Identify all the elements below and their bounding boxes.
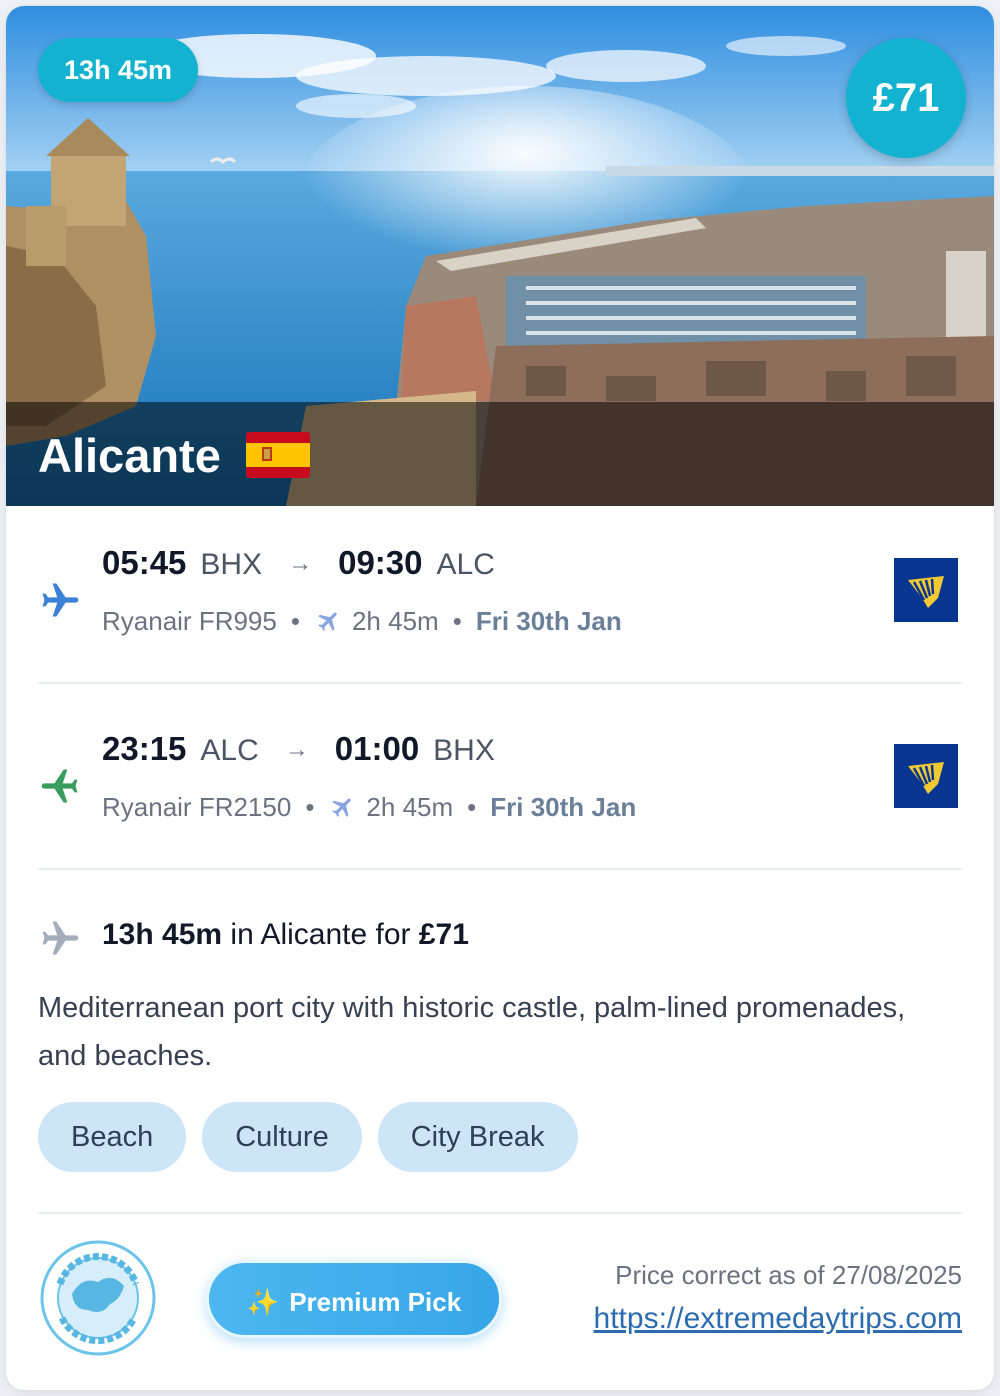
plane-arrival-icon — [41, 769, 78, 803]
flight-date: Fri 30th Jan — [490, 792, 637, 822]
arrow-icon: → — [288, 550, 313, 577]
spain-flag-icon — [246, 432, 310, 478]
website-link[interactable]: https://extremedaytrips.com — [594, 1302, 962, 1336]
airplane-emoji-icon — [318, 612, 337, 631]
arrive-time: 01:00 — [334, 730, 420, 767]
airplane-icon — [42, 921, 79, 955]
price-note: Price correct as of 27/08/2025 — [615, 1260, 962, 1290]
airline-flight-number: Ryanair FR2150 — [102, 792, 292, 822]
flight-times: 23:15 ALC → 01:00 BHX — [102, 730, 495, 786]
tag-city-break[interactable]: City Break — [377, 1102, 578, 1172]
tag-list: Beach Culture City Break — [38, 1102, 578, 1172]
separator-dot: • — [305, 792, 315, 822]
premium-pick-button[interactable]: ✨ Premium Pick — [206, 1260, 502, 1338]
airline-flight-number: Ryanair FR995 — [102, 606, 277, 636]
return-flight[interactable]: 23:15 ALC → 01:00 BHX Ryanair FR2150 • 2h 45m •… — [38, 730, 962, 860]
arrive-airport: BHX — [433, 734, 495, 767]
price-badge: £71 — [846, 38, 966, 158]
outbound-flight[interactable]: 05:45 BHX → 09:30 ALC Ryanair FR995 • 2h 45m • F… — [38, 544, 962, 674]
summary-text: 13h 45m in Alicante for £71 — [102, 918, 469, 952]
arrow-icon: → — [284, 736, 309, 763]
depart-airport: ALC — [200, 734, 259, 767]
divider — [38, 868, 962, 870]
flight-duration: 2h 45m — [366, 792, 454, 822]
depart-airport: BHX — [200, 548, 263, 581]
separator-dot: • — [290, 606, 300, 636]
flight-details: Ryanair FR2150 • 2h 45m • Fri 30th Jan — [102, 792, 636, 823]
summary-middle: in Alicante for — [222, 918, 419, 951]
airplane-emoji-icon — [332, 798, 352, 817]
sparkles-icon: ✨ — [246, 1287, 280, 1317]
divider — [38, 1212, 962, 1214]
separator-dot: • — [452, 606, 462, 636]
duration-badge: 13h 45m — [38, 38, 199, 102]
summary-duration: 13h 45m — [102, 918, 223, 951]
tag-culture[interactable]: Culture — [202, 1102, 362, 1172]
ryanair-logo — [894, 558, 958, 622]
trip-card[interactable]: 13h 45m £71 Alicante 05:45 BHX → 09:30 ALC R… — [6, 6, 994, 1390]
flight-date: Fri 30th Jan — [475, 606, 622, 636]
premium-pick-label: Premium Pick — [289, 1287, 462, 1317]
depart-time: 23:15 — [102, 730, 187, 767]
hero-image: 13h 45m £71 Alicante — [6, 6, 994, 506]
destination-description: Mediterranean port city with historic ca… — [38, 992, 906, 1072]
ryanair-logo — [894, 744, 958, 808]
depart-time: 05:45 — [102, 544, 187, 581]
divider — [38, 682, 962, 684]
tag-beach[interactable]: Beach — [38, 1102, 187, 1172]
destination-title: Alicante — [38, 429, 221, 482]
arrive-time: 09:30 — [338, 544, 423, 581]
plane-departure-icon — [42, 583, 79, 617]
flight-duration: 2h 45m — [351, 606, 439, 636]
separator-dot: • — [467, 792, 477, 822]
extreme-day-trips-logo — [38, 1238, 158, 1358]
flight-times: 05:45 BHX → 09:30 ALC — [102, 544, 495, 600]
trip-summary: 13h 45m in Alicante for £71 — [38, 912, 962, 962]
arrive-airport: ALC — [436, 548, 495, 581]
flight-details: Ryanair FR995 • 2h 45m • Fri 30th Jan — [102, 606, 622, 637]
summary-price: £71 — [418, 918, 469, 951]
